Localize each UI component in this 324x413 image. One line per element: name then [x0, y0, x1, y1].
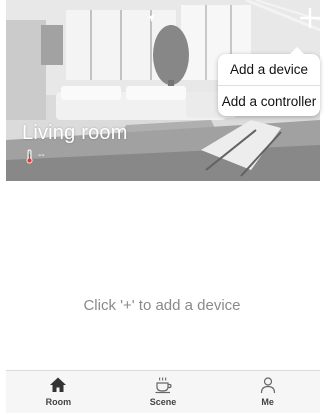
menu-item-add-device[interactable]: Add a device: [218, 54, 320, 85]
room-title: Living room: [22, 122, 128, 144]
home-icon: [50, 377, 67, 392]
tab-me[interactable]: Me: [215, 371, 320, 413]
empty-state-hint: Click '+' to add a device: [83, 297, 241, 314]
tab-scene[interactable]: Scene: [111, 371, 216, 413]
bottom-tab-bar: Room Scene Me: [6, 370, 320, 413]
add-button[interactable]: [298, 6, 320, 30]
temperature-value: --: [38, 150, 45, 161]
coffee-cup-icon: [155, 377, 172, 394]
temperature-indicator: --: [25, 148, 45, 164]
tab-room[interactable]: Room: [6, 371, 111, 413]
person-icon: [260, 377, 275, 394]
location-arrow-icon: [147, 14, 155, 22]
app-screen: Living room -- Add a device Add a contro…: [0, 0, 324, 413]
menu-item-add-controller[interactable]: Add a controller: [218, 86, 320, 117]
plus-icon: [299, 7, 320, 29]
add-menu-popover: Add a device Add a controller: [218, 47, 320, 117]
tab-scene-label: Scene: [149, 397, 177, 407]
tab-room-label: Room: [45, 397, 72, 407]
tab-me-label: Me: [261, 397, 274, 407]
thermometer-icon: [26, 149, 33, 163]
